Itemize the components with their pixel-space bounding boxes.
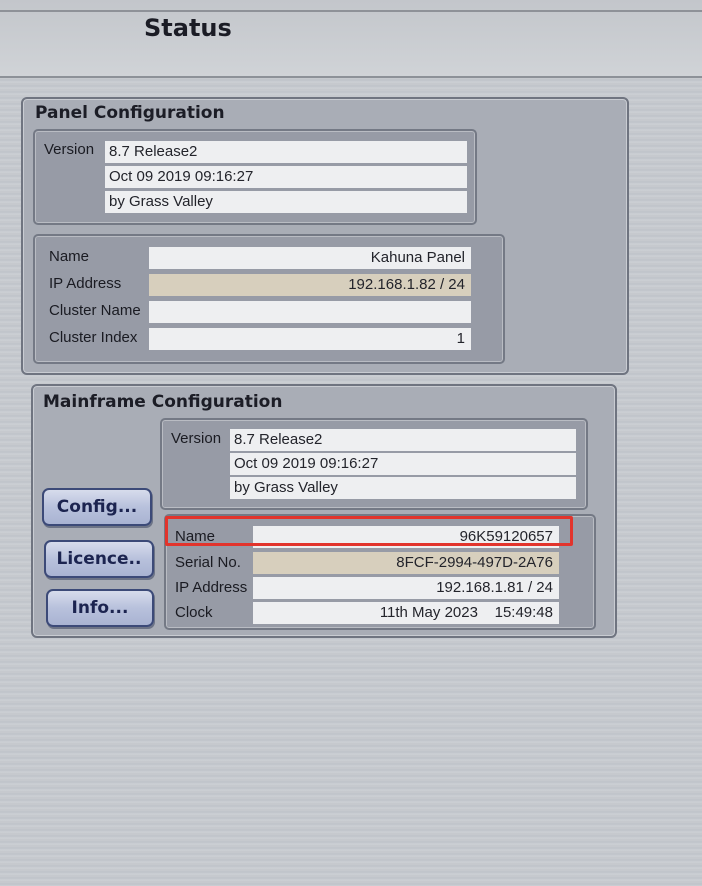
header-divider: [0, 10, 702, 12]
mainframe-serial-label: Serial No.: [175, 554, 241, 571]
panel-configuration-title: Panel Configuration: [35, 103, 225, 123]
panel-configuration-panel: Panel Configuration Version 8.7 Release2…: [21, 97, 629, 375]
mainframe-ip-field[interactable]: 192.168.1.81 / 24: [253, 577, 559, 599]
mainframe-version-line-3: by Grass Valley: [230, 477, 576, 499]
panel-name-field[interactable]: Kahuna Panel: [149, 247, 471, 269]
panel-name-label: Name: [49, 248, 90, 265]
mainframe-serial-field[interactable]: 8FCF-2994-497D-2A76: [253, 552, 559, 574]
info-button[interactable]: Info...: [46, 589, 154, 627]
mainframe-ip-label: IP Address: [175, 579, 248, 596]
name-row-highlight-box: [165, 516, 573, 546]
mainframe-clock-field: 11th May 2023 15:49:48: [253, 602, 559, 624]
config-button[interactable]: Config...: [42, 488, 152, 526]
panel-ip-field[interactable]: 192.168.1.82 / 24: [149, 274, 471, 296]
mainframe-configuration-title: Mainframe Configuration: [43, 392, 283, 412]
panel-version-line-1: 8.7 Release2: [105, 141, 467, 163]
panel-version-line-3: by Grass Valley: [105, 191, 467, 213]
panel-network-group: Name Kahuna Panel IP Address 192.168.1.8…: [33, 234, 505, 364]
licence-button[interactable]: Licence..: [44, 540, 154, 578]
mainframe-version-group: Version 8.7 Release2 Oct 09 2019 09:16:2…: [160, 418, 588, 510]
panel-version-group: Version 8.7 Release2 Oct 09 2019 09:16:2…: [33, 129, 477, 225]
status-header: Status: [0, 0, 702, 78]
mainframe-version-line-1: 8.7 Release2: [230, 429, 576, 451]
panel-version-label: Version: [44, 141, 95, 158]
panel-cluster-name-label: Cluster Name: [49, 302, 141, 319]
panel-cluster-name-field[interactable]: [149, 301, 471, 323]
panel-cluster-index-field[interactable]: 1: [149, 328, 471, 350]
panel-version-line-2: Oct 09 2019 09:16:27: [105, 166, 467, 188]
mainframe-version-line-2: Oct 09 2019 09:16:27: [230, 453, 576, 475]
mainframe-version-label: Version: [171, 430, 222, 447]
panel-cluster-index-label: Cluster Index: [49, 329, 138, 346]
page-title: Status: [144, 14, 232, 42]
mainframe-clock-label: Clock: [175, 604, 213, 621]
panel-ip-label: IP Address: [49, 275, 122, 292]
mainframe-configuration-panel: Mainframe Configuration Version 8.7 Rele…: [31, 384, 617, 638]
